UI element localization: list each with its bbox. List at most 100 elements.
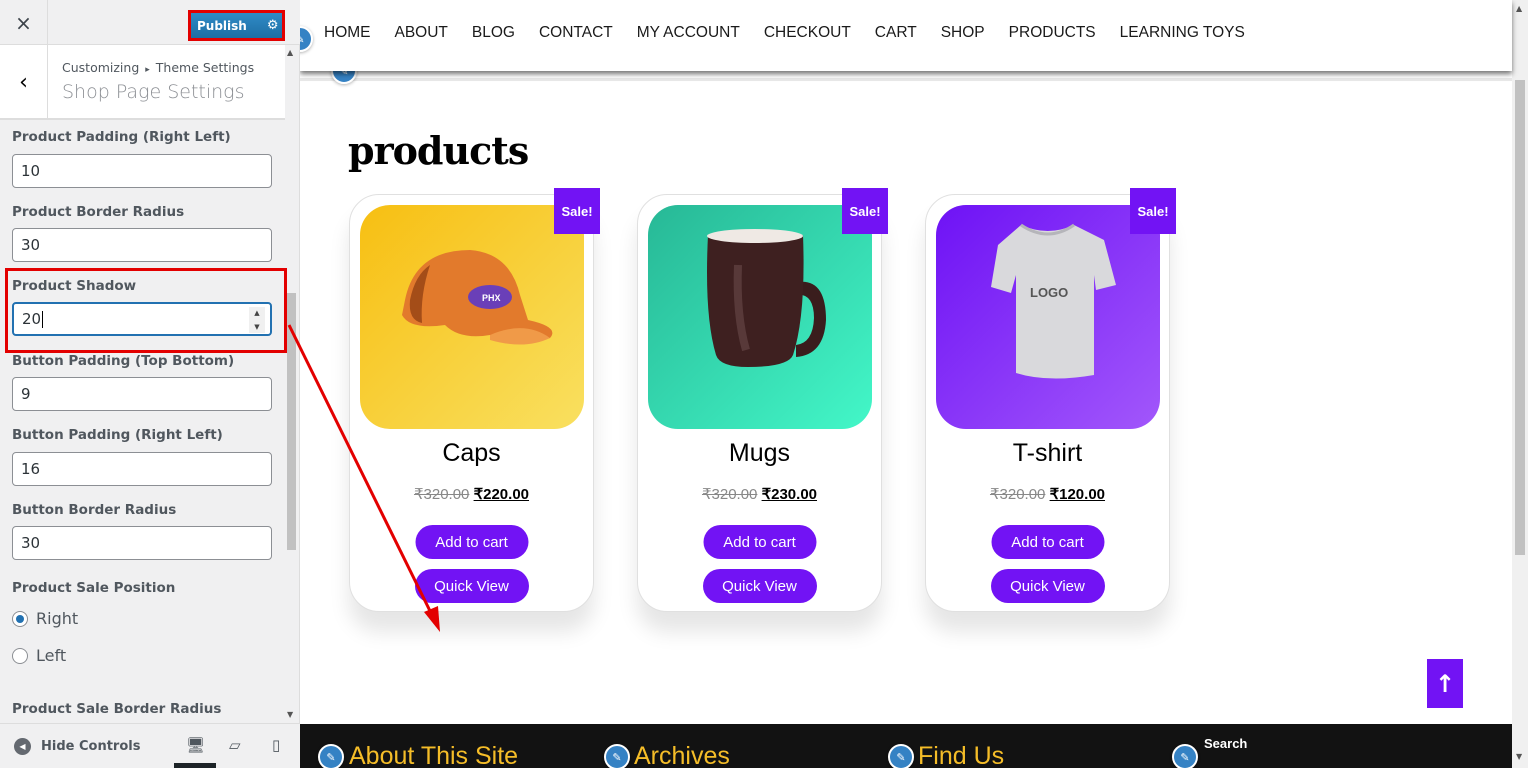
tablet-preview-icon[interactable]: ▱ xyxy=(229,736,241,754)
product-price: ₹320.00 ₹230.00 xyxy=(638,485,881,503)
nav-item-learning-toys[interactable]: LEARNING TOYS xyxy=(1120,24,1245,42)
close-customizer-button[interactable]: × xyxy=(0,0,48,45)
nav-item-blog[interactable]: BLOG xyxy=(472,24,515,42)
active-device-indicator xyxy=(174,763,216,768)
sale-position-left[interactable]: Left xyxy=(12,646,66,665)
button-padding-rl-input[interactable]: 16 xyxy=(12,452,272,486)
nav-item-about[interactable]: ABOUT xyxy=(395,24,448,42)
product-card: PHX Sale! Caps ₹320.00 ₹220.00 Add to ca… xyxy=(349,188,600,612)
add-to-cart-button[interactable]: Add to cart xyxy=(991,525,1104,559)
product-name[interactable]: Caps xyxy=(350,439,593,468)
product-padding-rl-label: Product Padding (Right Left) xyxy=(12,129,231,145)
customizer-sidebar: × Publish ⚙ ‹ Customizing ▸ Theme Settin… xyxy=(0,0,300,768)
preview-scrollbar[interactable]: ▲ ▼ xyxy=(1512,0,1528,768)
increment-arrow-icon[interactable]: ▲ xyxy=(254,309,259,317)
back-to-top-button[interactable]: ↑ xyxy=(1427,659,1463,708)
old-price: ₹320.00 xyxy=(413,486,470,503)
nav-item-cart[interactable]: CART xyxy=(875,24,917,42)
product-name[interactable]: Mugs xyxy=(638,439,881,468)
mobile-preview-icon[interactable]: ▯ xyxy=(272,736,280,754)
chevron-left-icon: ‹ xyxy=(19,70,28,95)
decrement-arrow-icon[interactable]: ▼ xyxy=(254,323,259,331)
scroll-down-arrow-icon[interactable]: ▼ xyxy=(1516,752,1522,761)
nav-item-home[interactable]: HOME xyxy=(324,24,371,42)
footer-widget-archives: Archives xyxy=(634,742,730,768)
button-border-radius-label: Button Border Radius xyxy=(12,502,177,518)
product-price: ₹320.00 ₹220.00 xyxy=(350,485,593,503)
site-preview: HOME ABOUT BLOG CONTACT MY ACCOUNT CHECKOUT CA… xyxy=(300,0,1528,768)
hide-controls-label: Hide Controls xyxy=(41,739,141,754)
quick-view-button[interactable]: Quick View xyxy=(702,569,817,603)
svg-text:PHX: PHX xyxy=(482,293,501,303)
product-name[interactable]: T-shirt xyxy=(926,439,1169,468)
button-padding-rl-label: Button Padding (Right Left) xyxy=(12,427,223,443)
quick-view-button[interactable]: Quick View xyxy=(990,569,1105,603)
product-image-caps[interactable]: PHX xyxy=(360,205,584,429)
quick-view-button[interactable]: Quick View xyxy=(414,569,529,603)
product-shadow-input[interactable]: 20 ▲ ▼ xyxy=(12,302,272,336)
product-image-tshirt[interactable]: LOGO xyxy=(936,205,1160,429)
product-card: LOGO Sale! T-shirt ₹320.00 ₹120.00 Add t… xyxy=(925,188,1176,612)
edit-widget-pencil-icon[interactable]: ✎ xyxy=(1172,744,1198,768)
nav-item-my-account[interactable]: MY ACCOUNT xyxy=(637,24,740,42)
back-button[interactable]: ‹ xyxy=(0,45,48,120)
product-shadow-value: 20 xyxy=(22,310,42,328)
sale-badge: Sale! xyxy=(1130,188,1176,234)
product-image-mugs[interactable] xyxy=(648,205,872,429)
product-border-radius-label: Product Border Radius xyxy=(12,204,185,220)
text-caret xyxy=(42,310,44,328)
edit-widget-pencil-icon[interactable]: ✎ xyxy=(888,744,914,768)
close-icon: × xyxy=(15,10,32,35)
radio-right[interactable] xyxy=(12,610,28,627)
radio-left-label: Left xyxy=(36,646,67,665)
add-to-cart-button[interactable]: Add to cart xyxy=(703,525,816,559)
nav-item-contact[interactable]: CONTACT xyxy=(539,24,613,42)
breadcrumb-root: Customizing xyxy=(62,60,140,75)
add-to-cart-button[interactable]: Add to cart xyxy=(415,525,528,559)
nav-item-products[interactable]: PRODUCTS xyxy=(1009,24,1096,42)
section-title: Shop Page Settings xyxy=(62,81,245,103)
header-divider xyxy=(300,78,1512,81)
button-border-radius-input[interactable]: 30 xyxy=(12,526,272,560)
breadcrumb: Customizing ▸ Theme Settings xyxy=(62,60,254,75)
edit-widget-pencil-icon[interactable]: ✎ xyxy=(604,744,630,768)
arrow-up-icon: ↑ xyxy=(1434,669,1456,698)
old-price: ₹320.00 xyxy=(701,486,758,503)
radio-right-label: Right xyxy=(36,609,79,628)
product-border-radius-input[interactable]: 30 xyxy=(12,228,272,262)
scroll-down-arrow-icon[interactable]: ▼ xyxy=(287,710,293,719)
desktop-preview-icon[interactable]: 🖥 xyxy=(186,736,205,754)
main-navigation: HOME ABOUT BLOG CONTACT MY ACCOUNT CHECKOUT CA… xyxy=(300,0,1512,71)
button-padding-tb-label: Button Padding (Top Bottom) xyxy=(12,353,235,369)
publish-button[interactable]: Publish ⚙ xyxy=(191,13,282,38)
edit-widget-pencil-icon[interactable]: ✎ xyxy=(318,744,344,768)
nav-item-shop[interactable]: SHOP xyxy=(941,24,985,42)
hide-controls-button[interactable]: ◀ Hide Controls xyxy=(14,738,140,755)
publish-highlight: Publish ⚙ xyxy=(188,10,285,41)
tshirt-image: LOGO xyxy=(991,223,1116,379)
product-price: ₹320.00 ₹120.00 xyxy=(926,485,1169,503)
sidebar-footer: ◀ Hide Controls 🖥 ▱ ▯ xyxy=(0,723,300,768)
site-footer: ✎ About This Site ✎ Archives ✎ Find Us ✎… xyxy=(300,724,1512,768)
scroll-up-arrow-icon[interactable]: ▲ xyxy=(287,48,293,57)
scrollbar-thumb[interactable] xyxy=(1515,80,1525,555)
breadcrumb-parent: Theme Settings xyxy=(155,60,255,75)
button-padding-tb-input[interactable]: 9 xyxy=(12,377,272,411)
gear-icon[interactable]: ⚙ xyxy=(267,18,279,33)
page-title: products xyxy=(348,128,529,173)
sale-price: ₹120.00 xyxy=(1049,486,1106,503)
publish-label: Publish xyxy=(197,18,247,33)
number-stepper[interactable]: ▲ ▼ xyxy=(249,307,265,333)
tshirt-logo-text: LOGO xyxy=(1030,285,1068,300)
sidebar-header: × Publish ⚙ xyxy=(0,0,300,45)
sale-position-label: Product Sale Position xyxy=(12,580,176,596)
old-price: ₹320.00 xyxy=(989,486,1046,503)
nav-item-checkout[interactable]: CHECKOUT xyxy=(764,24,851,42)
radio-left[interactable] xyxy=(12,647,28,664)
sale-position-right[interactable]: Right xyxy=(12,609,78,628)
footer-widget-about: About This Site xyxy=(349,742,519,768)
sidebar-scrollbar[interactable] xyxy=(287,293,296,550)
product-padding-rl-input[interactable]: 10 xyxy=(12,154,272,188)
breadcrumb-separator-icon: ▸ xyxy=(145,65,150,75)
scroll-up-arrow-icon[interactable]: ▲ xyxy=(1516,4,1522,13)
